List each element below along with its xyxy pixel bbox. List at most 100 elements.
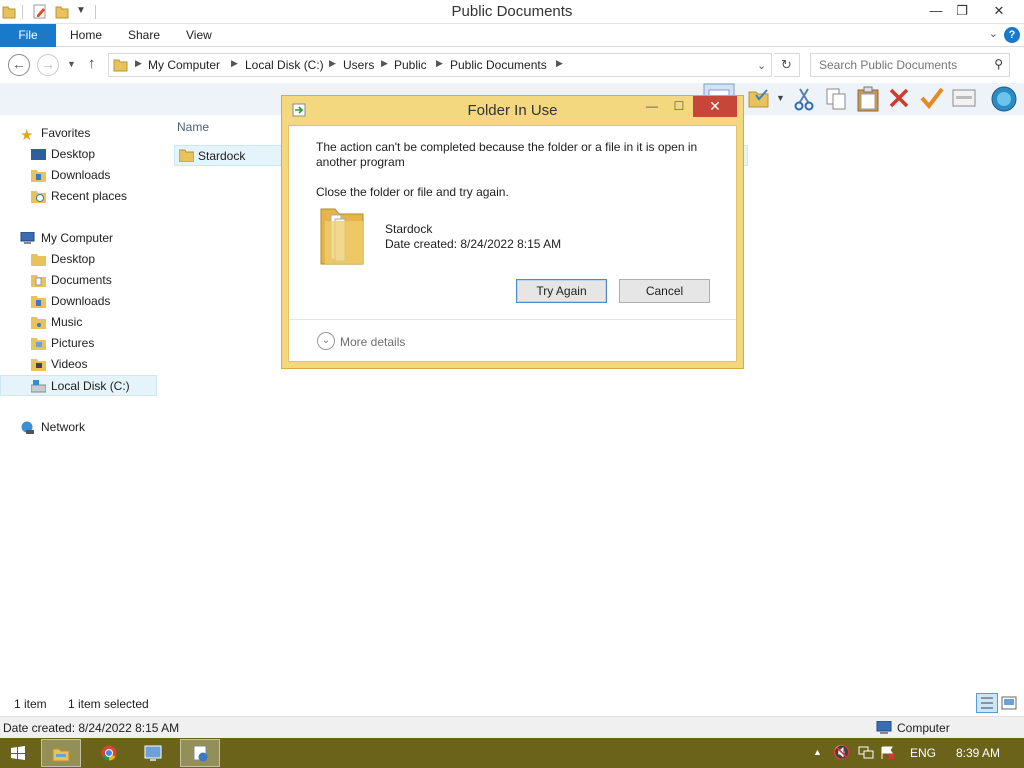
sidebar-item-label: My Computer	[41, 231, 114, 245]
taskbar-chrome[interactable]	[89, 739, 129, 767]
search-input[interactable]	[811, 54, 987, 76]
sidebar-item-local-disk[interactable]: Local Disk (C:)	[0, 375, 157, 396]
sidebar-item-label: Desktop	[51, 147, 96, 161]
folder-icon	[113, 59, 128, 72]
breadcrumb-public-documents[interactable]: Public Documents	[450, 58, 547, 72]
recent-places-icon	[31, 191, 46, 203]
search-box[interactable]: ⚲	[810, 53, 1010, 77]
language-indicator[interactable]: ENG	[910, 746, 936, 760]
sidebar-item-label: Videos	[51, 357, 88, 371]
restore-button[interactable]: ❐	[948, 0, 976, 22]
taskbar-app-window[interactable]	[133, 739, 173, 767]
copy-icon[interactable]	[825, 87, 847, 111]
sidebar-item-label: Music	[51, 315, 83, 329]
network-tray-icon[interactable]	[858, 746, 874, 760]
app-window-icon	[144, 745, 162, 761]
dialog-close-button[interactable]: ✕	[693, 96, 737, 117]
sidebar-item-music[interactable]: Music	[0, 312, 157, 333]
dialog-maximize-button[interactable]: ☐	[666, 97, 692, 117]
forward-button[interactable]: →	[37, 54, 59, 76]
taskbar-file-operation[interactable]	[180, 739, 220, 767]
stardock-orb-icon[interactable]	[990, 86, 1018, 112]
ribbon: File Home Share View ⌄ ?	[0, 24, 1024, 47]
minimize-button[interactable]: —	[922, 0, 950, 22]
rename-check-icon[interactable]	[920, 87, 944, 109]
taskbar-file-explorer[interactable]	[41, 739, 81, 767]
chevron-right-icon[interactable]: ▶	[381, 58, 388, 69]
downloads-folder-icon	[31, 170, 46, 182]
back-button[interactable]: ←	[8, 54, 30, 76]
sidebar-item-favorites[interactable]: ★ Favorites	[0, 123, 157, 144]
taskbar: ▲ 🔇 ENG 8:39 AM	[0, 738, 1024, 768]
details-bar: Date created: 8/24/2022 8:15 AM Computer	[0, 716, 1024, 738]
dialog-instruction: Close the folder or file and try again.	[316, 185, 509, 199]
tab-home[interactable]: Home	[70, 28, 102, 42]
documents-folder-icon	[31, 275, 46, 287]
network-icon	[21, 421, 34, 434]
delete-icon[interactable]	[888, 87, 910, 109]
select-folder-icon[interactable]	[748, 87, 770, 109]
videos-folder-icon	[31, 359, 46, 371]
chrome-icon	[101, 745, 117, 761]
breadcrumb-public[interactable]: Public	[394, 58, 427, 72]
large-icons-view-icon[interactable]	[1001, 695, 1017, 711]
try-again-button[interactable]: Try Again	[516, 279, 607, 303]
computer-icon	[876, 721, 892, 734]
dialog-item-date: Date created: 8/24/2022 8:15 AM	[385, 237, 562, 251]
chevron-right-icon[interactable]: ▶	[436, 58, 443, 69]
dialog-divider	[289, 319, 736, 320]
close-button[interactable]: ✕	[982, 0, 1016, 22]
sidebar-item-label: Pictures	[51, 336, 95, 350]
dropdown-icon[interactable]: ▼	[776, 93, 785, 103]
breadcrumb-my-computer[interactable]: My Computer	[148, 58, 220, 72]
sidebar-item-label: Downloads	[51, 168, 111, 182]
refresh-button[interactable]: ↻	[774, 53, 800, 77]
tab-share[interactable]: Share	[128, 28, 160, 42]
address-dropdown-icon[interactable]: ⌄	[757, 59, 766, 72]
up-button[interactable]: ↑	[88, 55, 96, 72]
sidebar-item-label: Local Disk (C:)	[51, 379, 130, 393]
dialog-minimize-button[interactable]: —	[639, 97, 665, 117]
sidebar-item-downloads[interactable]: Downloads	[0, 165, 157, 186]
chevron-right-icon[interactable]: ▶	[135, 58, 142, 69]
tab-file[interactable]: File	[0, 24, 56, 47]
volume-muted-icon[interactable]: 🔇	[833, 744, 850, 761]
downloads-folder-icon	[31, 296, 46, 308]
status-bar: 1 item 1 item selected	[0, 693, 1024, 715]
help-icon[interactable]: ?	[1004, 27, 1020, 43]
tab-view[interactable]: View	[186, 28, 212, 42]
more-details-link[interactable]: More details	[340, 335, 405, 350]
sidebar-item-my-computer[interactable]: My Computer	[0, 228, 157, 249]
chevron-down-icon[interactable]: ⌄	[317, 332, 335, 350]
breadcrumb-local-disk[interactable]: Local Disk (C:)	[245, 58, 324, 72]
chevron-right-icon[interactable]: ▶	[231, 58, 238, 69]
properties-window-icon[interactable]	[952, 89, 976, 107]
clock[interactable]: 8:39 AM	[956, 746, 1000, 760]
paste-icon[interactable]	[856, 86, 880, 112]
sidebar-item-downloads[interactable]: Downloads	[0, 291, 157, 312]
expand-ribbon-icon[interactable]: ⌄	[989, 27, 998, 40]
sidebar-item-network[interactable]: Network	[0, 417, 157, 438]
sidebar-item-label: Network	[41, 420, 86, 434]
large-folder-icon	[320, 208, 364, 265]
recent-locations-icon[interactable]: ▼	[67, 59, 76, 69]
sidebar-item-documents[interactable]: Documents	[0, 270, 157, 291]
address-bar[interactable]: ▶ My Computer ▶ Local Disk (C:) ▶ Users …	[108, 53, 772, 77]
search-icon[interactable]: ⚲	[994, 57, 1003, 71]
sidebar-item-recent-places[interactable]: Recent places	[0, 186, 157, 207]
show-hidden-icons-icon[interactable]: ▲	[813, 747, 822, 757]
column-header-name[interactable]: Name	[177, 120, 209, 134]
dialog-body: The action can't be completed because th…	[288, 125, 737, 362]
cut-icon[interactable]	[794, 87, 814, 111]
sidebar-item-videos[interactable]: Videos	[0, 354, 157, 375]
chevron-right-icon[interactable]: ▶	[329, 58, 336, 69]
sidebar-item-pictures[interactable]: Pictures	[0, 333, 157, 354]
sidebar-item-desktop[interactable]: Desktop	[0, 144, 157, 165]
details-view-icon[interactable]	[976, 693, 998, 713]
chevron-right-icon[interactable]: ▶	[556, 58, 563, 69]
action-center-icon[interactable]	[880, 746, 896, 760]
sidebar-item-desktop[interactable]: Desktop	[0, 249, 157, 270]
windows-start-icon[interactable]	[11, 746, 25, 760]
cancel-button[interactable]: Cancel	[619, 279, 710, 303]
breadcrumb-users[interactable]: Users	[343, 58, 374, 72]
